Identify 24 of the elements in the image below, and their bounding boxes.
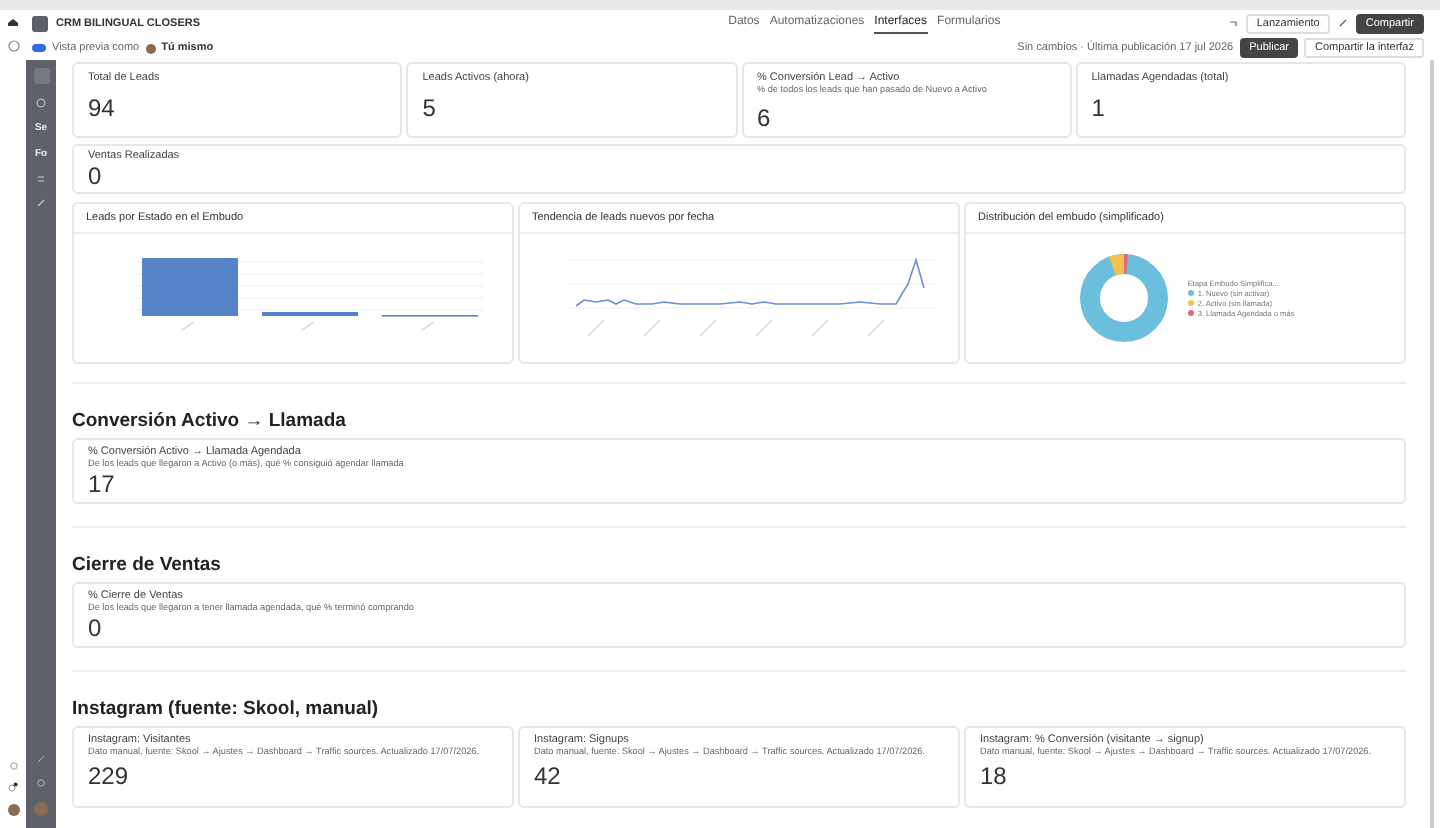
section-heading: Conversión Activo → Llamada [72,410,348,432]
app-logo-icon[interactable] [32,15,48,31]
section-heading: Cierre de Ventas [72,554,223,576]
pencil-icon[interactable] [1337,18,1348,28]
list-icon[interactable] [36,174,46,184]
metric-value: 0 [88,614,104,642]
metric-value: 229 [88,762,131,790]
undo-icon[interactable] [1228,18,1239,28]
cloud-icon[interactable] [6,18,20,28]
metric-value: 94 [88,94,117,122]
metric-value: 5 [422,94,438,122]
section-heading: Instagram (fuente: Skool, manual) [72,698,381,720]
metric-value: 42 [534,762,563,790]
circle-icon[interactable] [7,40,19,52]
metric-value: 17 [88,470,117,498]
avatar[interactable] [7,804,19,816]
metric-value: 6 [757,104,773,132]
metric-value: 1 [1091,94,1107,122]
avatar [145,43,156,53]
metric-value: 18 [980,762,1009,790]
preview-toggle[interactable] [32,44,46,52]
help-icon[interactable] [9,762,17,770]
metric-value: 0 [88,162,104,190]
donut-chart-drawing [1075,250,1172,346]
